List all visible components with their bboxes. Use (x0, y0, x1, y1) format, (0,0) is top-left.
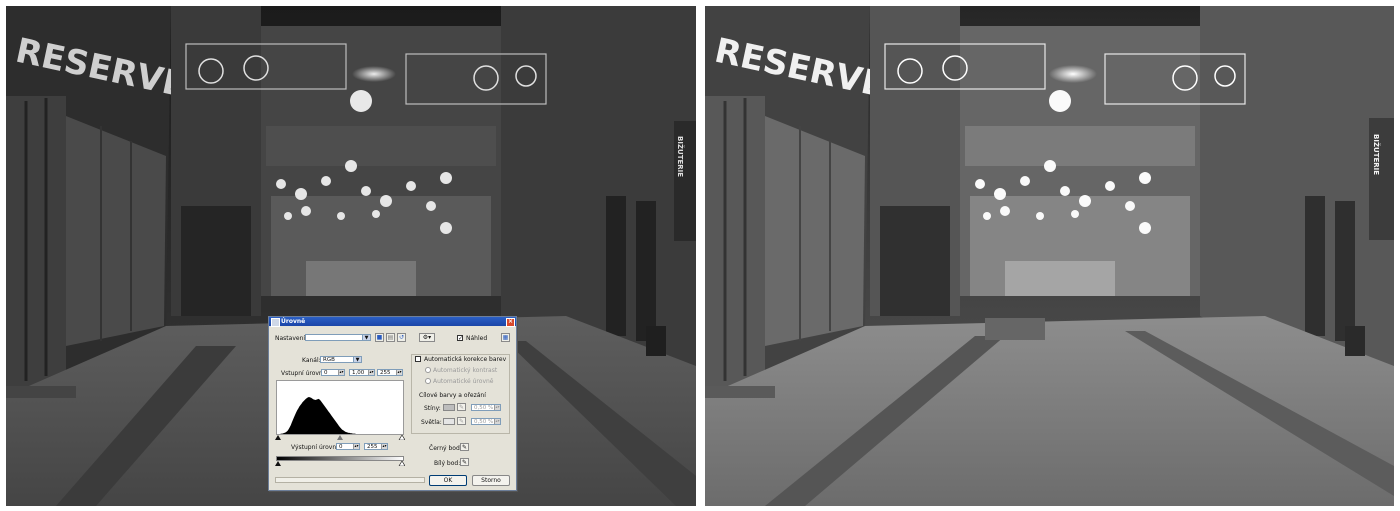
auto-color-checkbox[interactable] (415, 356, 421, 362)
spinner-icon[interactable]: ▴▾ (338, 370, 344, 375)
histogram (276, 380, 404, 435)
spinner-icon[interactable]: ▴▾ (396, 370, 402, 375)
input-black-value: 0 (324, 370, 328, 376)
auto-contrast-label: Automatický kontrast (433, 367, 498, 374)
channel-dropdown[interactable]: RGB ▼ (320, 356, 362, 363)
preset-dropdown[interactable]: ▼ (305, 334, 371, 341)
open-icon[interactable]: ▤ (386, 333, 395, 342)
highlights-clip-field[interactable]: 0,50 % ▴▾ (471, 418, 501, 425)
output-white-value: 255 (367, 444, 378, 450)
channel-label: Kanál: (302, 357, 321, 364)
output-black-value: 0 (339, 444, 343, 450)
eyedropper-icon[interactable]: ✎ (457, 417, 466, 425)
dialog-title: Úrovně (281, 318, 306, 325)
auto-contrast-radio[interactable] (425, 367, 431, 373)
street-scene-after: RESERVED BIŽUTERIE (705, 6, 1394, 506)
input-gamma-value: 1,00 (352, 370, 365, 376)
ok-button[interactable]: OK (429, 475, 467, 486)
white-output-handle[interactable] (398, 460, 406, 467)
white-eyedropper-icon[interactable]: ✎ (460, 458, 469, 466)
shadows-label: Stíny: (424, 405, 441, 412)
spinner-icon[interactable]: ▴▾ (381, 444, 387, 449)
dialog-titlebar[interactable]: Úrovně × (269, 317, 516, 327)
bizuterie-sign: BIŽUTERIE (676, 136, 685, 177)
gamma-input-handle[interactable] (337, 435, 343, 440)
toggle-panel-icon[interactable]: ▦ (501, 333, 510, 342)
black-eyedropper-icon[interactable]: ✎ (460, 443, 469, 451)
auto-levels-radio[interactable] (425, 378, 431, 384)
spinner-icon[interactable]: ▴▾ (494, 419, 500, 424)
channel-value: RGB (323, 357, 335, 363)
input-slider[interactable] (275, 434, 406, 441)
spinner-icon[interactable]: ▴▾ (368, 370, 374, 375)
app-icon (271, 318, 280, 327)
shadows-swatch[interactable] (443, 404, 455, 411)
black-input-handle[interactable] (275, 435, 281, 440)
output-white-field[interactable]: 255 ▴▾ (364, 443, 388, 450)
target-group-label: Cílové barvy a ořezání (419, 392, 486, 399)
output-levels-label: Výstupní úrovně: (291, 444, 342, 451)
white-point-label: Bílý bod: (434, 460, 461, 467)
highlights-swatch[interactable] (443, 418, 455, 425)
shadows-clip-value: 0,50 % (474, 405, 494, 411)
input-white-value: 255 (380, 370, 391, 376)
input-gamma-field[interactable]: 1,00 ▴▾ (349, 369, 375, 376)
spinner-icon[interactable]: ▴▾ (494, 405, 500, 410)
preset-label: Nastavení: (275, 335, 308, 342)
save-icon[interactable]: ■ (375, 333, 384, 342)
levels-dialog: Úrovně × Nastavení: ▼ ■ ▤ ↺ ⚙▾ ✓ Náhled … (268, 316, 517, 491)
reset-icon[interactable]: ↺ (397, 333, 406, 342)
preview-label: Náhled (466, 335, 488, 342)
auto-color-label: Automatická korekce barev (424, 356, 507, 363)
spinner-icon[interactable]: ▴▾ (353, 444, 359, 449)
chevron-down-icon: ▼ (353, 357, 361, 363)
output-slider[interactable] (275, 460, 406, 467)
photo-after: RESERVED BIŽUTERIE (705, 6, 1394, 506)
bizuterie-sign: BIŽUTERIE (1372, 134, 1381, 175)
eyedropper-icon[interactable]: ✎ (457, 403, 466, 411)
white-input-handle[interactable] (398, 434, 406, 441)
histogram-plot (277, 397, 358, 434)
cancel-button[interactable]: Storno (472, 475, 510, 486)
options-icon[interactable]: ⚙▾ (419, 333, 435, 342)
shadows-clip-field[interactable]: 0,50 % ▴▾ (471, 404, 501, 411)
black-point-label: Černý bod: (429, 445, 462, 452)
output-black-field[interactable]: 0 ▴▾ (336, 443, 360, 450)
input-white-field[interactable]: 255 ▴▾ (377, 369, 403, 376)
highlights-clip-value: 0,50 % (474, 419, 494, 425)
preview-checkbox[interactable]: ✓ (457, 335, 463, 342)
black-output-handle[interactable] (275, 461, 281, 466)
close-icon[interactable]: × (506, 318, 515, 327)
chevron-down-icon: ▼ (362, 335, 370, 341)
histogram-shape (277, 397, 358, 434)
auto-levels-label: Automatické úrovně (433, 378, 494, 385)
input-black-field[interactable]: 0 ▴▾ (321, 369, 345, 376)
progress-bar (275, 477, 425, 483)
highlights-label: Světla: (421, 419, 442, 426)
